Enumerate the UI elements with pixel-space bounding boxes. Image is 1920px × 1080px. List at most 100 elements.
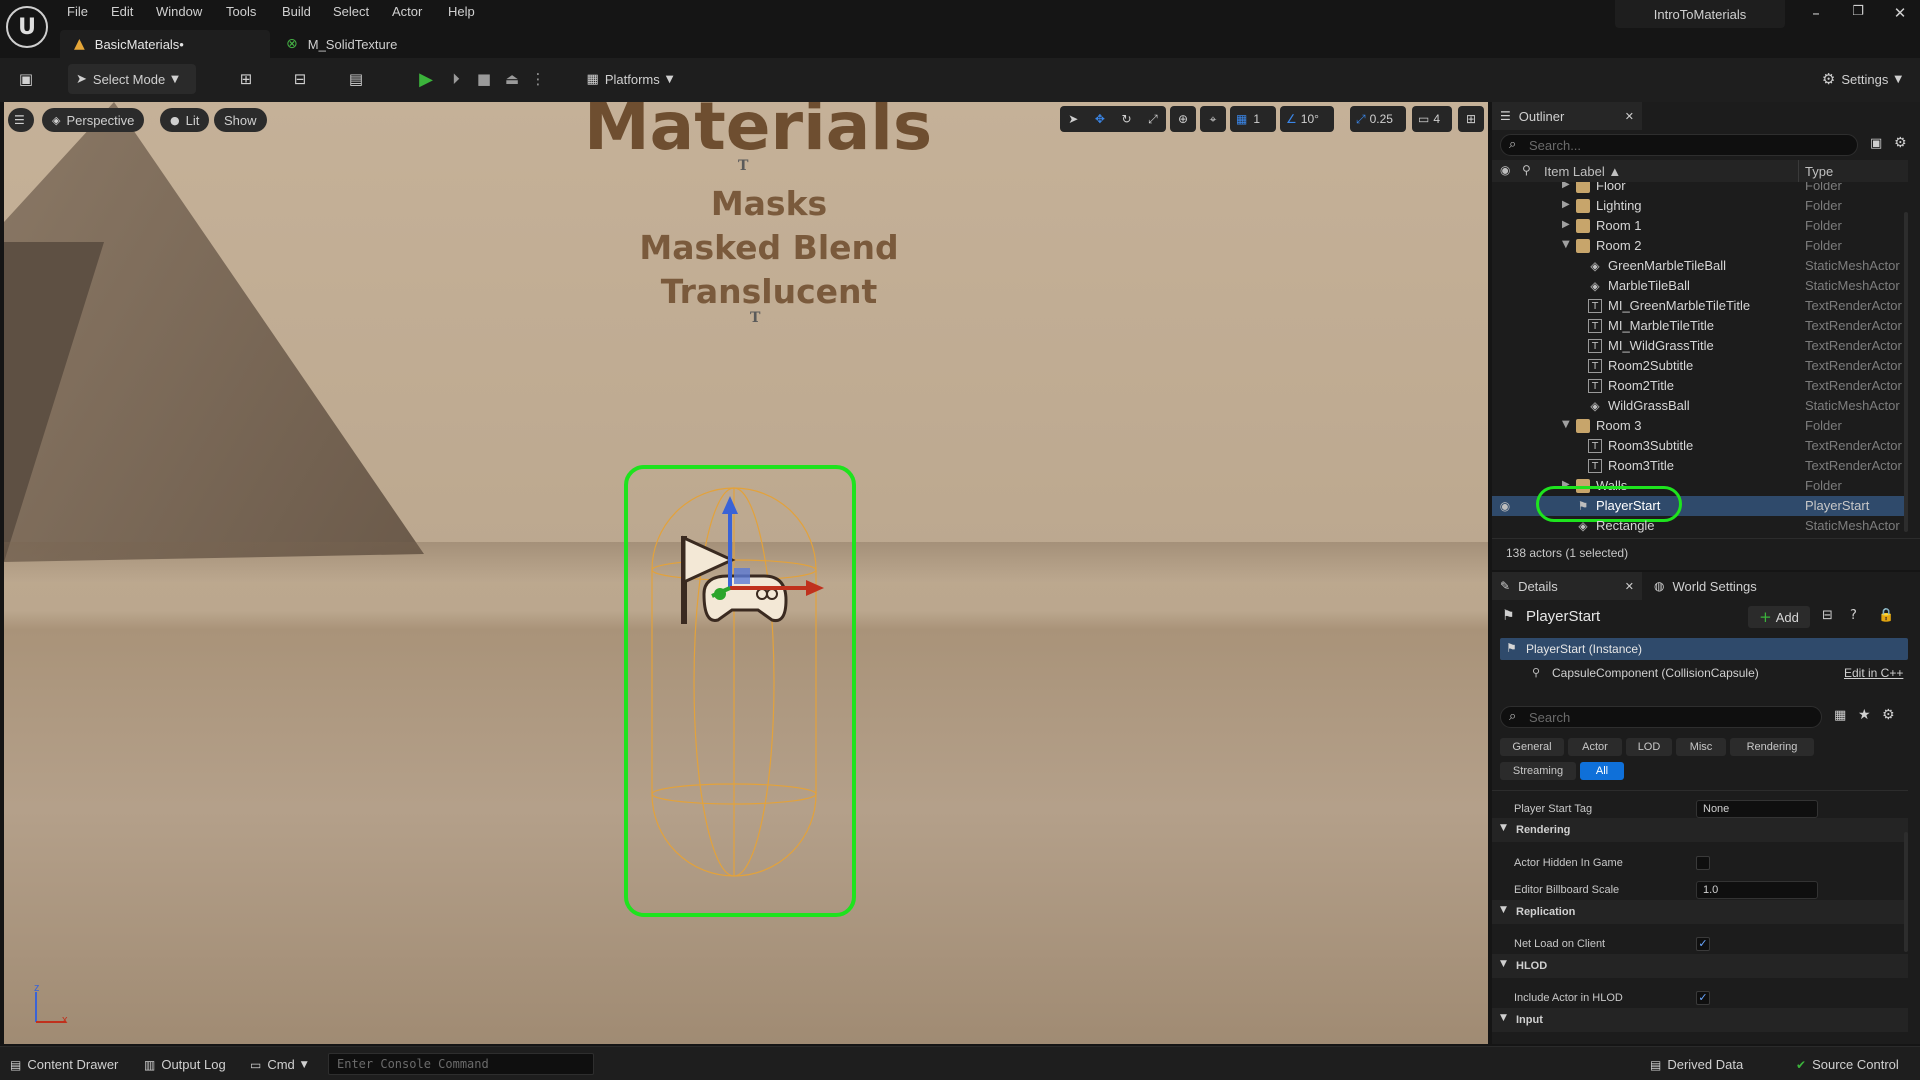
step-button[interactable]: ⏵ — [444, 64, 468, 94]
play-options-icon[interactable]: ⋮ — [528, 64, 548, 94]
perspective-button[interactable]: ◈ Perspective — [42, 108, 145, 132]
filter-rendering[interactable]: Rendering — [1730, 738, 1814, 756]
list-item[interactable]: ◈ WildGrassBall StaticMeshActor — [1492, 396, 1908, 416]
unreal-logo-icon[interactable]: U — [6, 6, 48, 48]
console-command-input[interactable]: Enter Console Command — [328, 1053, 594, 1075]
list-item[interactable]: T Room2Subtitle TextRenderActor — [1492, 356, 1908, 376]
eject-button[interactable]: ⏏ — [500, 64, 524, 94]
list-item[interactable]: ◈ GreenMarbleTileBall StaticMeshActor — [1492, 256, 1908, 276]
details-search-input[interactable]: ⌕ Search — [1500, 706, 1822, 728]
viewport-menu-button[interactable]: ☰ — [8, 108, 34, 132]
menu-window[interactable]: Window — [156, 4, 202, 19]
level-viewport[interactable]: Materials T Masks Masked Blend Transluce… — [4, 102, 1488, 1044]
table-view-icon[interactable]: ▦ — [1834, 708, 1846, 723]
section-replication[interactable]: ▼ Replication — [1492, 900, 1908, 924]
billboard-scale-field[interactable]: 1.0 — [1696, 881, 1818, 899]
filter-all[interactable]: All — [1580, 762, 1624, 780]
show-button[interactable]: Show — [214, 108, 267, 132]
player-start-tag-field[interactable]: None — [1696, 800, 1818, 818]
net-load-checkbox[interactable]: ✓ — [1696, 937, 1710, 951]
restore-button[interactable]: ❐ — [1838, 4, 1878, 26]
star-icon[interactable]: ★ — [1858, 707, 1871, 723]
list-item[interactable]: T MI_MarbleTileTitle TextRenderActor — [1492, 316, 1908, 336]
list-item[interactable]: T Room3Subtitle TextRenderActor — [1492, 436, 1908, 456]
menu-actor[interactable]: Actor — [392, 4, 422, 19]
chevron-right-icon[interactable]: ▶ — [1562, 219, 1572, 230]
blueprint-icon[interactable]: ⊟ — [1822, 608, 1833, 623]
output-log-button[interactable]: ▥ Output Log — [144, 1057, 226, 1072]
world-space-icon[interactable]: ⊕ — [1170, 106, 1196, 132]
camera-speed-button[interactable]: ▭ 4 — [1412, 106, 1452, 132]
list-item[interactable]: T MI_GreenMarbleTileTitle TextRenderActor — [1492, 296, 1908, 316]
list-item[interactable]: ▶ Floor Folder — [1492, 182, 1908, 196]
tab-details[interactable]: ✎ Details ✕ — [1492, 572, 1642, 600]
tab-m-solidtexture[interactable]: ⊗ M_SolidTexture — [272, 30, 462, 58]
select-mode-dropdown[interactable]: ➤ Select Mode ▼ — [68, 64, 196, 94]
chevron-right-icon[interactable]: ▶ — [1562, 199, 1572, 210]
cinematics-icon[interactable]: ▤ — [336, 64, 376, 94]
menu-file[interactable]: File — [67, 4, 88, 19]
derived-data-button[interactable]: ▤ Derived Data — [1650, 1057, 1743, 1072]
list-item[interactable]: T Room3Title TextRenderActor — [1492, 456, 1908, 476]
add-folder-icon[interactable]: ▣ — [1870, 136, 1882, 151]
source-control-button[interactable]: ✔ Source Control — [1796, 1057, 1899, 1072]
list-item[interactable]: ◈ Rectangle StaticMeshActor — [1492, 516, 1908, 534]
outliner-search-input[interactable]: ⌕ Search... — [1500, 134, 1858, 156]
layout-icon[interactable]: ⊞ — [1458, 106, 1484, 132]
list-item[interactable]: T Room2Title TextRenderActor — [1492, 376, 1908, 396]
rotate-tool-icon[interactable]: ↻ — [1121, 112, 1131, 126]
component-instance-row[interactable]: ⚑ PlayerStart (Instance) — [1500, 638, 1908, 660]
move-tool-icon[interactable]: ✥ — [1095, 112, 1105, 126]
tab-outliner[interactable]: ☰ Outliner ✕ — [1492, 102, 1642, 130]
section-hlod[interactable]: ▼ HLOD — [1492, 954, 1908, 978]
gear-icon[interactable]: ⚙ — [1882, 707, 1895, 723]
chevron-down-icon[interactable]: ▼ — [1562, 419, 1572, 430]
list-item[interactable]: ▶ Room 1 Folder — [1492, 216, 1908, 236]
list-item[interactable]: ▶ Lighting Folder — [1492, 196, 1908, 216]
section-input[interactable]: ▼ Input — [1492, 1008, 1908, 1032]
content-drawer-button[interactable]: ▤ Content Drawer — [10, 1057, 118, 1072]
grid-snap-button[interactable]: ▦ 1 — [1230, 106, 1276, 132]
filter-lod[interactable]: LOD — [1626, 738, 1672, 756]
section-rendering[interactable]: ▼ Rendering — [1492, 818, 1908, 842]
scale-snap-button[interactable]: ⤢ 0.25 — [1350, 106, 1406, 132]
actor-hidden-checkbox[interactable] — [1696, 856, 1710, 870]
chevron-right-icon[interactable]: ▶ — [1562, 182, 1572, 190]
scale-tool-icon[interactable]: ⤢ — [1148, 112, 1158, 127]
tab-world-settings[interactable]: ◍ World Settings — [1654, 572, 1794, 600]
tab-basicmaterials[interactable]: ▲ BasicMaterials• — [60, 30, 270, 58]
stop-button[interactable]: ■ — [472, 64, 496, 94]
filter-actor[interactable]: Actor — [1568, 738, 1622, 756]
menu-select[interactable]: Select — [333, 4, 369, 19]
minimize-button[interactable]: – — [1796, 4, 1836, 26]
outliner-scrollbar[interactable] — [1904, 212, 1908, 532]
menu-build[interactable]: Build — [282, 4, 311, 19]
play-button[interactable]: ▶ — [414, 64, 438, 94]
add-component-button[interactable]: + Add — [1748, 606, 1810, 628]
filter-misc[interactable]: Misc — [1676, 738, 1726, 756]
close-icon[interactable]: ✕ — [1625, 110, 1634, 123]
platforms-dropdown[interactable]: ▦ Platforms ▼ — [580, 64, 680, 94]
settings-dropdown[interactable]: ⚙ Settings ▼ — [1814, 64, 1910, 94]
menu-help[interactable]: Help — [448, 4, 475, 19]
include-hlod-checkbox[interactable]: ✓ — [1696, 991, 1710, 1005]
edit-in-cpp-link[interactable]: Edit in C++ — [1844, 666, 1903, 680]
filter-streaming[interactable]: Streaming — [1500, 762, 1576, 780]
type-column[interactable]: Type — [1805, 164, 1833, 179]
list-item[interactable]: ▼ Room 2 Folder — [1492, 236, 1908, 256]
item-label-column[interactable]: Item Label ▲ — [1544, 164, 1621, 179]
close-icon[interactable]: ✕ — [1625, 580, 1634, 593]
visibility-eye-icon[interactable]: ◉ — [1498, 499, 1512, 513]
list-item[interactable]: T MI_WildGrassTitle TextRenderActor — [1492, 336, 1908, 356]
pin-column-icon[interactable]: ⚲ — [1522, 163, 1531, 177]
blueprint-icon[interactable]: ⊟ — [280, 64, 320, 94]
rotation-snap-button[interactable]: ∠ 10° — [1280, 106, 1334, 132]
capsule-component-row[interactable]: CapsuleComponent (CollisionCapsule) — [1552, 666, 1759, 680]
menu-tools[interactable]: Tools — [226, 4, 256, 19]
details-scrollbar[interactable] — [1904, 832, 1908, 952]
lock-icon[interactable]: 🔒 — [1878, 608, 1894, 623]
add-actor-icon[interactable]: ⊞ — [226, 64, 266, 94]
surface-snap-icon[interactable]: ⌖ — [1200, 106, 1226, 132]
save-icon[interactable]: ▣ — [10, 64, 42, 94]
list-item[interactable]: ▼ Room 3 Folder — [1492, 416, 1908, 436]
